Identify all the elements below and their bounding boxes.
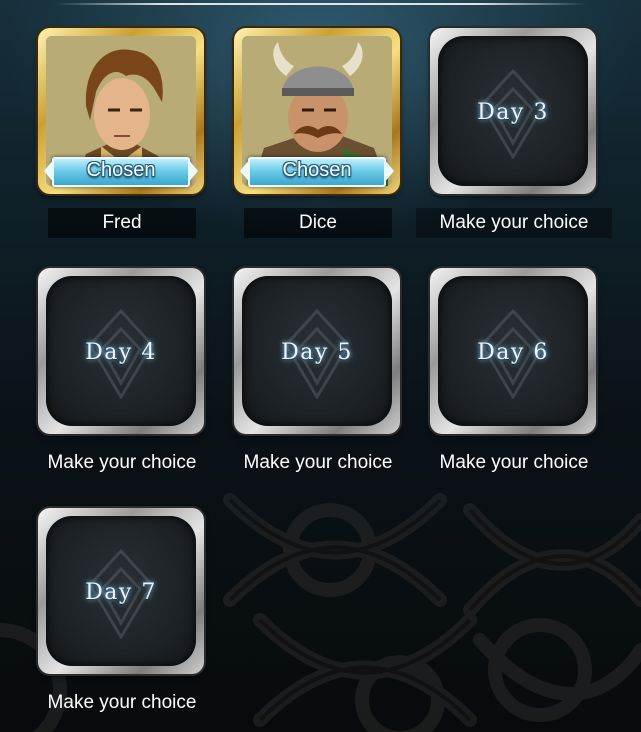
hero-card-fred[interactable]: Chosen	[38, 28, 204, 194]
day-label: Day 4	[85, 340, 157, 365]
slot-6[interactable]: Day 6 Make your choice	[416, 268, 612, 480]
slot-7[interactable]: Day 7 Make your choice	[24, 508, 220, 720]
hero-name-fred: Fred	[48, 208, 196, 238]
empty-slot-day-6[interactable]: Day 6	[430, 268, 596, 434]
day-label: Day 6	[477, 340, 549, 365]
chosen-badge: Chosen	[42, 154, 200, 187]
choice-prompt: Make your choice	[47, 692, 197, 713]
empty-slot-day-7[interactable]: Day 7	[38, 508, 204, 674]
day-label: Day 7	[85, 580, 157, 605]
slot-1[interactable]: Chosen Fred	[24, 28, 220, 240]
hero-card-dice[interactable]: Chosen	[234, 28, 400, 194]
choice-prompt: Make your choice	[416, 208, 612, 238]
choice-prompt: Make your choice	[243, 452, 393, 473]
choice-prompt: Make your choice	[439, 452, 589, 473]
chosen-badge-label: Chosen	[86, 159, 156, 181]
choice-prompt: Make your choice	[47, 452, 197, 473]
slot-4[interactable]: Day 4 Make your choice	[24, 268, 220, 480]
chosen-badge-label: Chosen	[282, 159, 352, 181]
slot-2[interactable]: Chosen Dice	[220, 28, 416, 240]
slot-3[interactable]: Day 3 Make your choice	[416, 28, 612, 240]
top-divider	[56, 3, 586, 5]
hero-name-dice: Dice	[244, 208, 392, 238]
empty-slot-day-3[interactable]: Day 3	[430, 28, 596, 194]
empty-slot-day-4[interactable]: Day 4	[38, 268, 204, 434]
day-label: Day 3	[477, 100, 549, 125]
chosen-badge: Chosen	[238, 154, 396, 187]
day-label: Day 5	[281, 340, 353, 365]
slot-5[interactable]: Day 5 Make your choice	[220, 268, 416, 480]
empty-slot-day-5[interactable]: Day 5	[234, 268, 400, 434]
